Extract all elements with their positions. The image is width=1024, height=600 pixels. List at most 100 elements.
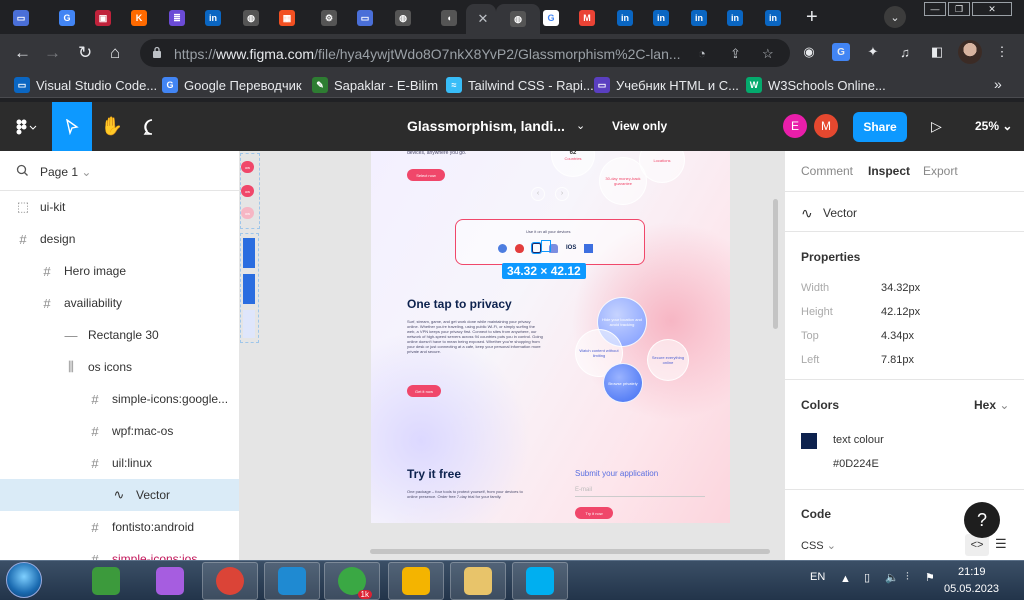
bookmark-item[interactable]: W W3Schools Online... (746, 76, 886, 94)
layer-item[interactable]: # wpf:mac-os (0, 415, 239, 447)
horizontal-scrollbar[interactable] (370, 549, 770, 554)
bookmark-item[interactable]: ≈ Tailwind CSS - Rapi... (446, 76, 594, 94)
close-window-button[interactable]: ✕ (972, 2, 1012, 16)
browser-tab[interactable]: in (196, 6, 230, 30)
close-tab-icon[interactable]: ✕ (478, 11, 489, 27)
browser-tab[interactable]: in (644, 6, 678, 30)
carousel-prev-button[interactable]: ‹ (531, 187, 545, 201)
browser-tab[interactable]: ▣ (86, 6, 120, 30)
search-icon[interactable] (16, 164, 29, 177)
move-tool-button[interactable] (52, 102, 92, 151)
taskbar-app[interactable] (142, 562, 198, 600)
chrome-menu-icon[interactable]: ⋮ (993, 43, 1011, 61)
list-view-icon[interactable]: ☰ (995, 536, 1007, 552)
clock-date[interactable]: 05.05.2023 (944, 583, 999, 595)
browser-tab[interactable]: K (122, 6, 156, 30)
taskbar-app[interactable]: 1k (324, 562, 380, 600)
chevron-down-icon[interactable]: ⌄ (576, 119, 585, 132)
taskbar-app[interactable] (512, 562, 568, 600)
start-button[interactable] (6, 562, 42, 598)
active-tab[interactable]: ✕ (466, 4, 496, 34)
media-control-icon[interactable]: ♫ (896, 43, 914, 61)
camera-extension-icon[interactable]: ◉ (800, 43, 818, 61)
browser-tab[interactable]: in (608, 6, 642, 30)
performance-icon[interactable]: ◔ (698, 46, 706, 61)
help-button[interactable]: ? (964, 502, 1000, 538)
layer-item[interactable]: # availiability (0, 287, 239, 319)
layer-item[interactable]: — Rectangle 30 (0, 319, 239, 351)
left-value[interactable]: 7.81px (881, 354, 914, 366)
tab-export[interactable]: Export (923, 164, 958, 178)
page-selector[interactable]: Page 1 ⌄ (0, 151, 239, 191)
bookmark-star-icon[interactable]: ☆ (762, 46, 774, 62)
browser-tab[interactable]: ≣ (160, 6, 194, 30)
present-button[interactable]: ▷ (931, 118, 942, 135)
browser-tab[interactable]: ▦ (270, 6, 304, 30)
try-submit-button[interactable]: Try it now (575, 507, 613, 519)
layer-item[interactable]: ∿ Vector (0, 479, 239, 511)
home-icon[interactable]: ⌂ (110, 43, 120, 63)
language-indicator[interactable]: EN (810, 571, 825, 583)
layer-item[interactable]: # fontisto:android (0, 511, 239, 543)
color-hex[interactable]: #0D224E (833, 458, 879, 470)
bookmarks-overflow-button[interactable]: » (994, 76, 1002, 92)
browser-tab[interactable]: G (534, 6, 568, 30)
profile-avatar[interactable] (958, 40, 982, 64)
clock-time[interactable]: 21:19 (958, 566, 986, 578)
bookmark-item[interactable]: ▭ Visual Studio Code... (14, 76, 157, 94)
taskbar-app[interactable] (264, 562, 320, 600)
tab-search-button[interactable]: ⌄ (884, 6, 906, 28)
reload-icon[interactable]: ↻ (78, 43, 92, 63)
avatar[interactable]: E (783, 114, 807, 138)
carousel-next-button[interactable]: › (555, 187, 569, 201)
top-value[interactable]: 4.34px (881, 330, 914, 342)
browser-tab[interactable]: M (570, 6, 604, 30)
code-language-select[interactable]: CSS ⌄ (801, 539, 836, 552)
share-page-icon[interactable]: ⇪ (730, 46, 741, 62)
layer-item[interactable]: # simple-icons:ios (0, 543, 239, 561)
layer-item[interactable]: ⬚ ui-kit (0, 191, 239, 223)
browser-tab[interactable]: G (50, 6, 84, 30)
new-tab-button[interactable]: + (806, 7, 818, 27)
zoom-menu[interactable]: 25% ⌄ (975, 119, 1012, 133)
battery-icon[interactable]: ▯ (864, 571, 870, 584)
hand-tool-button[interactable]: ✋ (92, 102, 132, 151)
vertical-scrollbar[interactable] (773, 199, 778, 329)
hero-select-button[interactable]: Select now (407, 169, 445, 181)
browser-tab[interactable]: in (682, 6, 716, 30)
show-hidden-icons[interactable]: ▲ (840, 573, 851, 585)
layer-item[interactable]: ⫼ os icons (0, 351, 239, 383)
email-field[interactable]: E-mail (575, 487, 705, 497)
taskbar-app[interactable] (450, 562, 506, 600)
layer-item[interactable]: # design (0, 223, 239, 255)
layer-item[interactable]: # uil:linux (0, 447, 239, 479)
browser-tab[interactable]: ▭ (4, 6, 38, 30)
address-bar[interactable]: https://www.figma.com/file/hya4ywjtWdo8O… (140, 39, 790, 67)
bookmark-item[interactable]: ▭ Учебник HTML и C... (594, 76, 739, 94)
share-button[interactable]: Share (853, 112, 907, 142)
color-format-select[interactable]: Hex ⌄ (974, 398, 1009, 412)
back-icon[interactable]: ← (14, 43, 31, 63)
browser-tab[interactable]: ▭ (348, 6, 382, 30)
taskbar-app[interactable] (202, 562, 258, 600)
privacy-get-button[interactable]: Get it now (407, 385, 441, 397)
browser-tab[interactable]: in (718, 6, 752, 30)
browser-tab[interactable]: ◍ (386, 6, 420, 30)
tab-inspect[interactable]: Inspect (868, 164, 910, 178)
file-title[interactable]: Glassmorphism, landi... (407, 118, 565, 134)
translate-extension-icon[interactable]: G (832, 43, 850, 61)
browser-tab[interactable]: ◍ (234, 6, 268, 30)
minimize-button[interactable]: — (924, 2, 946, 16)
browser-tab[interactable]: ◖ (432, 6, 466, 30)
taskbar-app[interactable] (388, 562, 444, 600)
forward-icon[interactable]: → (44, 43, 61, 63)
comment-tool-button[interactable] (132, 102, 172, 151)
height-value[interactable]: 42.12px (881, 306, 920, 318)
bookmark-item[interactable]: ✎ Sapaklar - E-Bilim (312, 76, 438, 94)
taskbar-app[interactable] (78, 562, 134, 600)
maximize-button[interactable]: ❐ (948, 2, 970, 16)
width-value[interactable]: 34.32px (881, 282, 920, 294)
bookmark-item[interactable]: G Google Переводчик (162, 76, 302, 94)
figma-main-menu-button[interactable] (0, 102, 52, 151)
color-swatch[interactable] (801, 433, 817, 449)
